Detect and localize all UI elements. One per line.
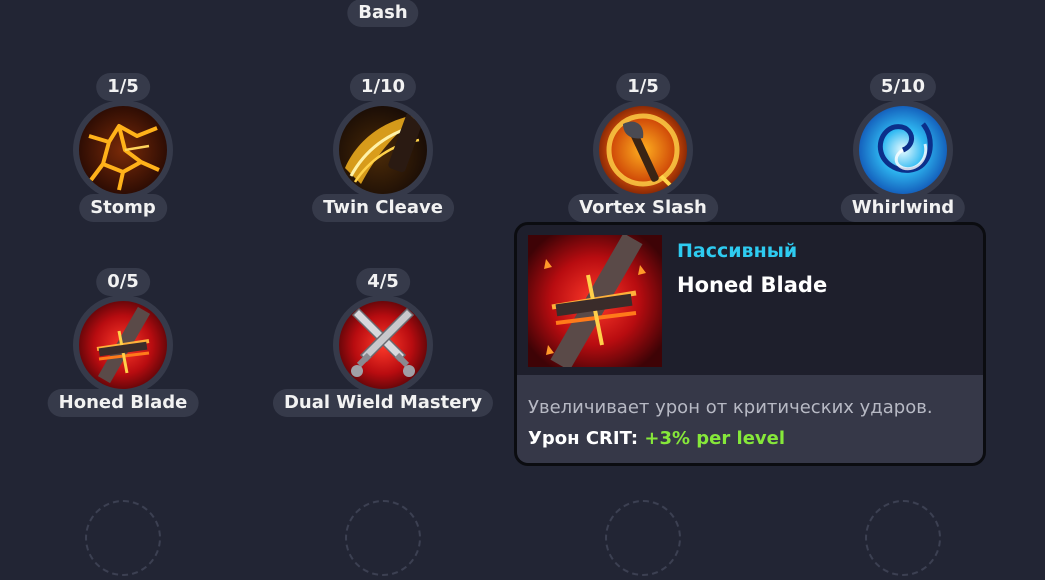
crossed-daggers-icon: [339, 301, 427, 389]
tooltip-skill-icon: [528, 235, 662, 367]
tooltip-stat-value: +3% per level: [644, 428, 786, 449]
skill-twin-cleave[interactable]: [333, 100, 433, 200]
tooltip-header: Пассивный Honed Blade: [517, 225, 983, 375]
dual-wield-mastery-level: 4/5: [356, 268, 410, 296]
twin-cleave-label: Twin Cleave: [312, 194, 454, 222]
tooltip-skill-name: Honed Blade: [677, 273, 828, 297]
bash-skill-label: Bash: [347, 0, 419, 27]
skill-honed-blade[interactable]: [73, 295, 173, 395]
whirlwind-level: 5/10: [869, 73, 937, 101]
lava-crack-icon: [79, 106, 167, 194]
golden-slash-icon: [339, 106, 427, 194]
skill-tooltip: Пассивный Honed Blade Увеличивает урон о…: [514, 222, 986, 466]
twin-cleave-level: 1/10: [349, 73, 417, 101]
skill-vortex-slash[interactable]: [593, 100, 693, 200]
empty-skill-slot: [85, 500, 161, 576]
honed-blade-level: 0/5: [96, 268, 150, 296]
skill-dual-wield-mastery[interactable]: [333, 295, 433, 395]
crossed-blade-icon: [79, 301, 167, 389]
honed-blade-label: Honed Blade: [47, 389, 199, 417]
stomp-level: 1/5: [96, 73, 150, 101]
dual-wield-mastery-label: Dual Wield Mastery: [272, 389, 494, 417]
blue-vortex-icon: [859, 106, 947, 194]
empty-skill-slot: [605, 500, 681, 576]
tooltip-skill-type: Пассивный: [677, 240, 798, 262]
crossed-blade-icon: [528, 235, 662, 367]
empty-skill-slot: [345, 500, 421, 576]
tooltip-body: Увеличивает урон от критических ударов. …: [517, 375, 983, 463]
vortex-slash-level: 1/5: [616, 73, 670, 101]
stomp-label: Stomp: [79, 194, 167, 222]
empty-skill-slot: [865, 500, 941, 576]
whirlwind-label: Whirlwind: [840, 194, 966, 222]
fire-axe-icon: [599, 106, 687, 194]
tooltip-stat-label: Урон CRIT:: [528, 428, 639, 449]
vortex-slash-label: Vortex Slash: [568, 194, 718, 222]
skill-whirlwind[interactable]: [853, 100, 953, 200]
tooltip-stat: Урон CRIT: +3% per level: [528, 428, 785, 449]
tooltip-description: Увеличивает урон от критических ударов.: [528, 397, 933, 418]
skill-stomp[interactable]: [73, 100, 173, 200]
